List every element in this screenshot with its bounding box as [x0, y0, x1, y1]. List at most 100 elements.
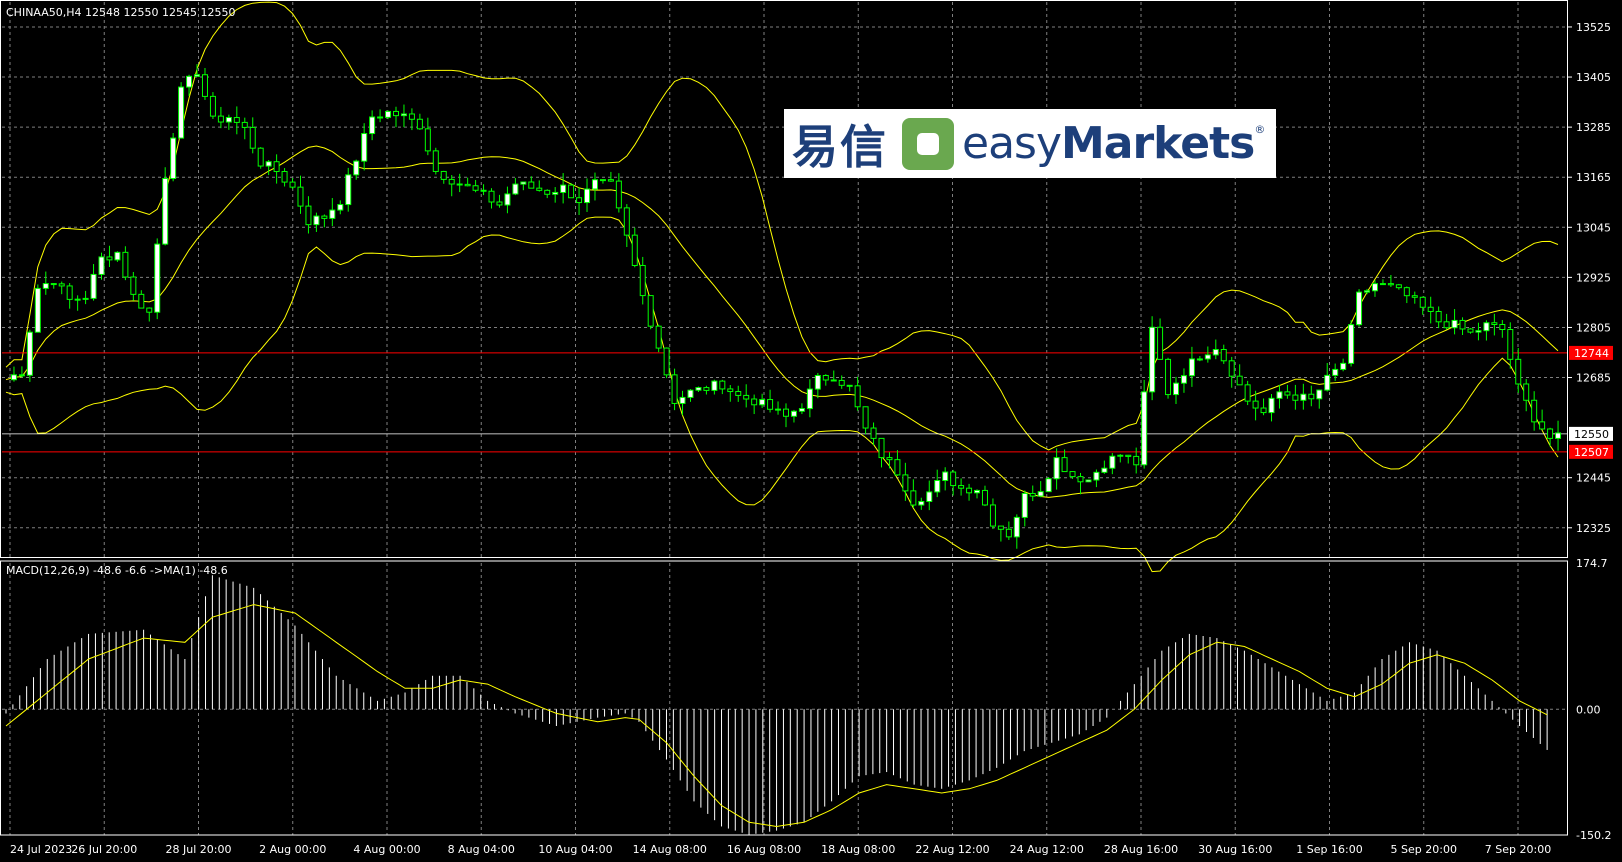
candle-body	[830, 379, 837, 382]
candle-body	[838, 379, 845, 386]
candle-body	[1547, 428, 1554, 439]
candle-body	[456, 183, 463, 186]
candle-body	[408, 113, 415, 120]
candle-body	[623, 207, 630, 236]
candle-body	[528, 181, 535, 189]
candle-body	[138, 293, 145, 309]
logo-english-text: easyMarkets	[962, 118, 1255, 169]
current-price-label: 12550	[1574, 428, 1609, 441]
candle-body	[241, 121, 248, 128]
candle-body	[281, 171, 288, 183]
symbol-header: CHINAA50,H4 12548 12550 12545 12550	[6, 6, 236, 19]
candle-body	[1077, 476, 1084, 483]
candle-body	[1523, 383, 1530, 401]
candle-body	[1499, 324, 1506, 331]
candle-body	[1085, 479, 1092, 483]
candle-body	[1459, 319, 1466, 330]
candle-body	[273, 161, 280, 173]
candle-body	[297, 186, 304, 207]
candle-body	[1419, 296, 1426, 308]
candle-body	[1483, 322, 1490, 332]
candle-body	[66, 285, 73, 300]
candle-body	[464, 183, 471, 187]
candle-body	[42, 283, 49, 289]
candle-body	[10, 374, 17, 381]
candle-body	[265, 161, 272, 167]
candle-body	[1093, 471, 1100, 481]
candle-body	[217, 115, 224, 123]
x-tick-label: 24 Jul 2023	[10, 843, 72, 856]
candle-body	[1507, 329, 1514, 360]
candle-body	[950, 471, 957, 487]
candle-body	[926, 491, 933, 502]
candle-body	[393, 110, 399, 117]
candle-body	[305, 205, 312, 226]
y-tick-label: 12325	[1576, 522, 1611, 535]
x-tick-label: 18 Aug 08:00	[821, 843, 895, 856]
candle-body	[146, 307, 153, 313]
candle-body	[1308, 393, 1315, 400]
candle-body	[886, 457, 893, 461]
candle-body	[1053, 457, 1060, 480]
candle-body	[512, 183, 519, 195]
candle-body	[1173, 382, 1179, 396]
x-tick-label: 7 Sep 20:00	[1485, 843, 1551, 856]
candle-body	[783, 408, 789, 417]
candle-body	[1332, 368, 1339, 376]
candle-body	[1491, 322, 1498, 326]
candle-body	[50, 283, 57, 286]
candle-body	[480, 189, 487, 192]
candle-body	[854, 385, 861, 408]
candle-body	[767, 399, 774, 410]
candle-body	[1403, 287, 1410, 297]
x-tick-label: 22 Aug 12:00	[915, 843, 989, 856]
candle-body	[1316, 389, 1323, 400]
candle-body	[1005, 528, 1012, 538]
y-tick-label: 13045	[1576, 221, 1611, 234]
candle-body	[257, 147, 264, 167]
x-tick-label: 28 Jul 20:00	[166, 843, 232, 856]
candle-body	[26, 331, 33, 376]
y-tick-label: 12685	[1576, 372, 1611, 385]
level-label: 12507	[1574, 446, 1609, 459]
candle-body	[1101, 467, 1108, 473]
candle-body	[1157, 326, 1164, 360]
x-tick-label: 26 Jul 20:00	[71, 843, 137, 856]
candle-body	[822, 374, 829, 381]
candle-body	[1061, 457, 1068, 473]
candle-body	[1276, 391, 1283, 399]
candle-body	[814, 374, 821, 390]
candle-body	[1467, 328, 1474, 333]
x-tick-label: 10 Aug 04:00	[538, 843, 612, 856]
candle-body	[695, 387, 702, 391]
candle-body	[385, 110, 392, 118]
candle-body	[958, 485, 965, 489]
candle-body	[639, 264, 646, 297]
candle-body	[1133, 455, 1140, 466]
candle-body	[751, 398, 758, 406]
candle-body	[798, 408, 805, 412]
y-tick-label: 13405	[1576, 71, 1611, 84]
candle-body	[894, 459, 901, 476]
candle-body	[647, 295, 654, 327]
candle-body	[1292, 394, 1299, 401]
candle-body	[154, 243, 161, 313]
candle-body	[472, 185, 479, 191]
candle-body	[870, 427, 877, 439]
candle-body	[703, 387, 710, 391]
candle-body	[1371, 283, 1378, 292]
candle-body	[544, 189, 551, 195]
candle-body	[576, 197, 583, 204]
candle-body	[1141, 391, 1148, 466]
macd-y-tick-label: 174.7	[1576, 557, 1608, 570]
x-tick-label: 8 Aug 04:00	[448, 843, 515, 856]
candle-body	[607, 179, 614, 182]
candle-body	[687, 389, 694, 398]
candle-body	[106, 256, 113, 261]
candle-body	[615, 180, 622, 209]
candle-body	[178, 86, 185, 139]
candle-body	[743, 394, 750, 400]
candle-body	[249, 126, 256, 149]
candle-body	[194, 74, 201, 77]
candle-body	[1165, 358, 1172, 396]
